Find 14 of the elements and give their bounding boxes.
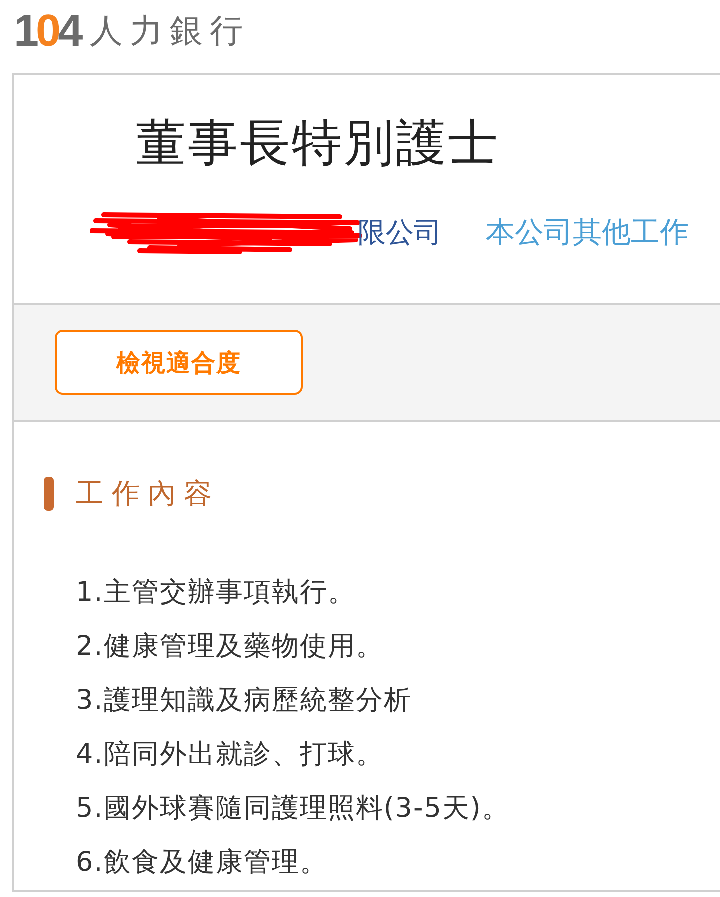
job-title: 董事長特別護士 [136, 113, 501, 174]
duty-item: 5.國外球賽隨同護理照料(3-5天)。 [76, 792, 511, 826]
logo-name: 人力銀行 [90, 14, 250, 46]
logo-number: 104 [14, 8, 80, 52]
heading-bar-icon [44, 477, 54, 511]
company-link[interactable]: 限公司 [358, 214, 442, 252]
duty-item: 1.主管交辦事項執行。 [76, 576, 357, 610]
duty-item: 3.護理知識及病歷統整分析 [76, 684, 413, 718]
other-jobs-link[interactable]: 本公司其他工作 [486, 213, 689, 253]
duty-item: 4.陪同外出就診、打球。 [76, 738, 385, 772]
duty-item: 2.健康管理及藥物使用。 [76, 630, 385, 664]
duty-item: 6.飲食及健康管理。 [76, 846, 329, 880]
fit-button[interactable]: 檢視適合度 [55, 330, 303, 395]
section-heading: 工作內容 [76, 476, 220, 512]
